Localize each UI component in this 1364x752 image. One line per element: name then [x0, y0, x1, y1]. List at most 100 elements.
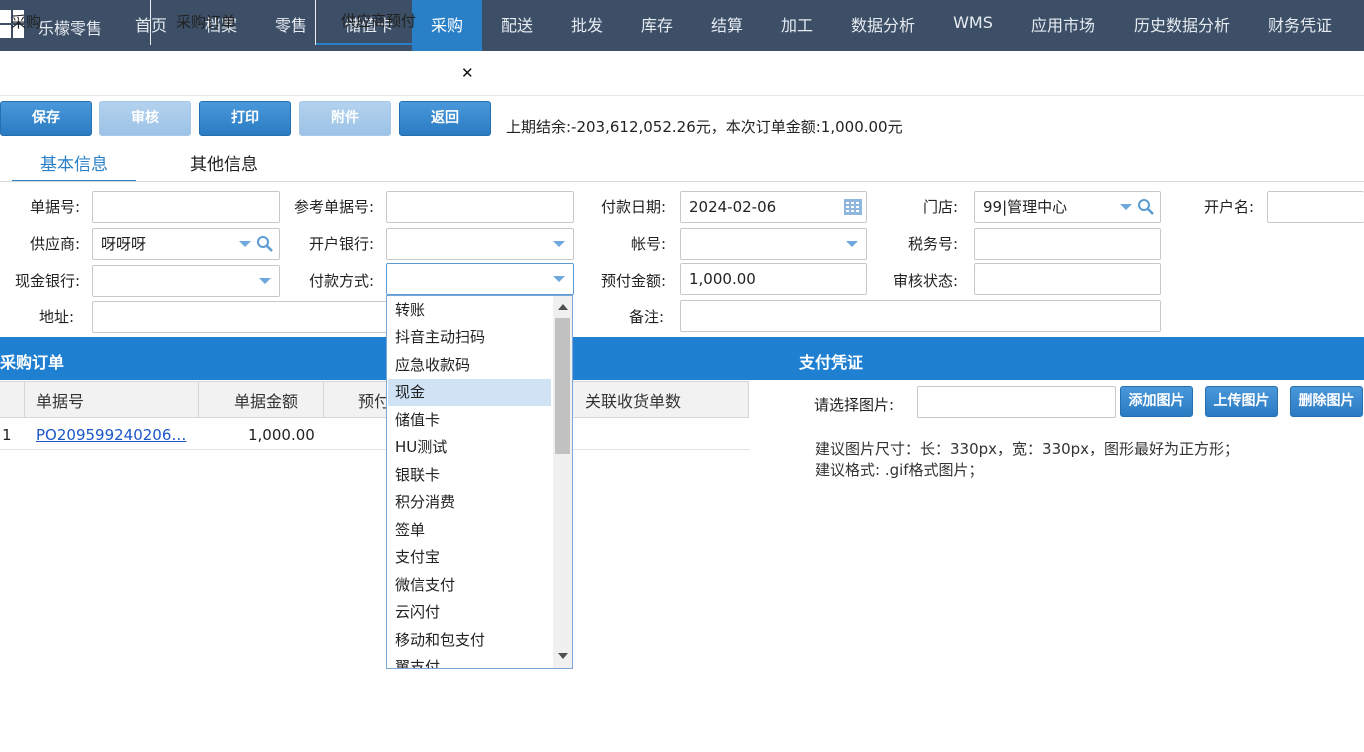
scrollbar-thumb[interactable] — [555, 318, 570, 454]
image-size-tip: 建议图片尺寸：长：330px，宽：330px，图形最好为正方形； — [815, 440, 1240, 458]
tab-supplier-prepay[interactable]: 供应商预付 — [316, 0, 481, 45]
image-path-input[interactable] — [917, 386, 1116, 418]
attachment-button[interactable]: 附件 — [299, 101, 391, 136]
option-transfer[interactable]: 转账 — [388, 297, 551, 324]
cash-bank-label: 现金银行: — [14, 272, 80, 290]
nav-item-delivery[interactable]: 配送 — [482, 0, 552, 51]
account-no-label: 帐号: — [630, 235, 666, 253]
order-doc-link[interactable]: PO209599240206… — [36, 426, 186, 444]
prepay-amount-field[interactable]: 1,000.00 — [680, 263, 867, 295]
account-no-field[interactable] — [680, 228, 867, 260]
column-divider — [748, 381, 749, 418]
option-emergency-qr[interactable]: 应急收款码 — [388, 352, 551, 379]
nav-item-settlement[interactable]: 结算 — [692, 0, 762, 51]
nav-item-inventory[interactable]: 库存 — [622, 0, 692, 51]
nav-item-wholesale[interactable]: 批发 — [552, 0, 622, 51]
page-tab-bar — [0, 51, 1364, 96]
option-alipay[interactable]: 支付宝 — [388, 544, 551, 571]
doc-no-field[interactable] — [92, 191, 280, 223]
supplier-label: 供应商: — [29, 235, 80, 253]
address-label: 地址: — [38, 308, 74, 326]
option-mobile-hebao[interactable]: 移动和包支付 — [388, 627, 551, 654]
scroll-up-arrow-icon[interactable] — [558, 304, 568, 310]
account-name-label: 开户名: — [1203, 198, 1254, 216]
add-image-button[interactable]: 添加图片 — [1120, 386, 1193, 417]
back-button[interactable]: 返回 — [399, 101, 491, 136]
balance-summary: 上期结余:-203,612,052.26元，本次订单金额:1,000.00元 — [506, 118, 903, 136]
option-bestpay[interactable]: 翼支付 — [388, 654, 551, 668]
store-label: 门店: — [922, 198, 958, 216]
store-value: 99|管理中心 — [983, 198, 1068, 216]
option-unionpay-card[interactable]: 银联卡 — [388, 462, 551, 489]
tab-other-info[interactable]: 其他信息 — [174, 150, 274, 182]
order-amount: 1,000.00 — [248, 426, 315, 444]
nav-item-app-market[interactable]: 应用市场 — [1012, 0, 1114, 51]
scroll-down-arrow-icon[interactable] — [558, 653, 568, 659]
close-icon[interactable]: ✕ — [461, 64, 474, 82]
tax-no-label: 税务号: — [907, 235, 958, 253]
tab-purchase-order[interactable]: 采购订单 — [151, 0, 316, 45]
pay-date-label: 付款日期: — [600, 198, 666, 216]
option-cash[interactable]: 现金 — [388, 379, 551, 406]
audit-status-label: 审核状态: — [892, 272, 958, 290]
chevron-down-icon[interactable] — [553, 241, 565, 247]
chevron-down-icon[interactable] — [1120, 204, 1132, 210]
pay-date-value: 2024-02-06 — [689, 198, 777, 216]
column-header-amount[interactable]: 单据金额 — [234, 388, 298, 412]
cash-bank-field[interactable] — [92, 265, 280, 297]
row-divider — [0, 449, 750, 450]
search-icon[interactable] — [1137, 198, 1155, 216]
dropdown-scrollbar[interactable] — [553, 296, 572, 668]
chevron-down-icon[interactable] — [553, 276, 565, 282]
tax-no-field[interactable] — [974, 228, 1161, 260]
option-cloud-quickpass[interactable]: 云闪付 — [388, 599, 551, 626]
calendar-icon[interactable] — [844, 199, 862, 215]
info-tab-divider — [0, 181, 1364, 182]
print-button[interactable]: 打印 — [199, 101, 291, 136]
audit-button[interactable]: 审核 — [99, 101, 191, 136]
column-header-doc-no[interactable]: 单据号 — [36, 388, 84, 412]
delete-image-button[interactable]: 删除图片 — [1290, 386, 1363, 417]
supplier-field[interactable]: 呀呀呀 — [92, 228, 280, 260]
option-hu-test[interactable]: HU测试 — [388, 434, 551, 461]
store-field[interactable]: 99|管理中心 — [974, 191, 1161, 223]
nav-item-finance-voucher[interactable]: 财务凭证 — [1250, 0, 1350, 51]
column-divider — [323, 381, 324, 418]
chevron-down-icon[interactable] — [239, 241, 251, 247]
payment-voucher-section-title: 支付凭证 — [799, 353, 864, 372]
prepay-amount-label: 预付金额: — [600, 272, 666, 290]
option-stored-value-card[interactable]: 储值卡 — [388, 407, 551, 434]
upload-image-button[interactable]: 上传图片 — [1205, 386, 1278, 417]
image-format-tip: 建议格式: .gif格式图片； — [815, 461, 984, 479]
row-index: 1 — [2, 426, 12, 444]
chevron-down-icon[interactable] — [846, 241, 858, 247]
nav-item-processing[interactable]: 加工 — [762, 0, 832, 51]
address-field[interactable] — [92, 301, 392, 333]
remark-label: 备注: — [628, 308, 664, 326]
ref-no-label: 参考单据号: — [293, 198, 374, 216]
audit-status-field[interactable] — [974, 263, 1161, 295]
supplier-value: 呀呀呀 — [101, 235, 147, 253]
column-header-receipt-count[interactable]: 关联收货单数 — [585, 388, 681, 412]
option-points[interactable]: 积分消费 — [388, 489, 551, 516]
ref-no-field[interactable] — [386, 191, 574, 223]
option-sign-bill[interactable]: 签单 — [388, 517, 551, 544]
pay-method-dropdown[interactable]: 转账 抖音主动扫码 应急收款码 现金 储值卡 HU测试 银联卡 积分消费 签单 … — [386, 295, 573, 669]
tab-purchase[interactable]: 采购 — [0, 0, 151, 45]
remark-field[interactable] — [680, 300, 1161, 332]
column-divider — [24, 381, 25, 418]
option-douyin-scan[interactable]: 抖音主动扫码 — [388, 324, 551, 351]
nav-item-history-analysis[interactable]: 历史数据分析 — [1114, 0, 1250, 51]
save-button[interactable]: 保存 — [0, 101, 92, 136]
image-select-label: 请选择图片: — [814, 396, 895, 414]
section-header-bar — [0, 337, 1364, 380]
bank-field[interactable] — [386, 228, 574, 260]
tab-basic-info[interactable]: 基本信息 — [12, 150, 136, 182]
account-name-field[interactable] — [1267, 191, 1364, 223]
pay-method-select[interactable] — [386, 263, 574, 295]
option-wechat-pay[interactable]: 微信支付 — [388, 572, 551, 599]
column-divider — [198, 381, 199, 418]
pay-date-field[interactable]: 2024-02-06 — [680, 191, 867, 223]
nav-item-data-analysis[interactable]: 数据分析 — [832, 0, 934, 51]
nav-item-wms[interactable]: WMS — [934, 0, 1012, 51]
